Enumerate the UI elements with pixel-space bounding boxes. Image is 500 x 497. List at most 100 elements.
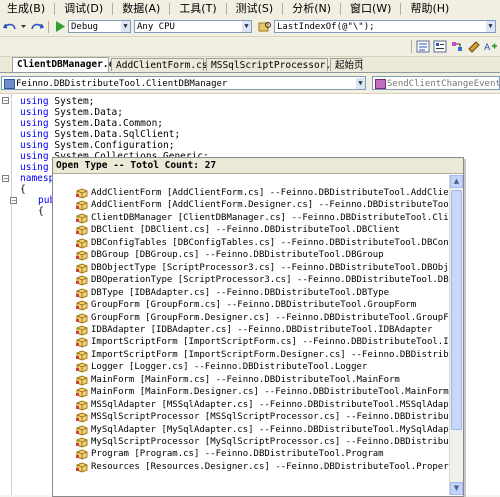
list-item[interactable]: AddClientForm [AddClientForm.Designer.cs…: [55, 199, 450, 212]
collapse-toggle-icon[interactable]: −: [10, 197, 17, 205]
code-keyword: using: [20, 118, 49, 129]
code-keyword: using: [20, 151, 49, 162]
undo-icon[interactable]: [3, 20, 17, 33]
platform-combo[interactable]: Any CPU ▼: [134, 20, 252, 33]
object-browser-icon[interactable]: [450, 40, 464, 53]
code-keyword: using: [20, 107, 49, 118]
editor-gutter: − − −: [0, 94, 17, 495]
find-combo[interactable]: LastIndexOf(@"\"); ▼: [274, 20, 496, 33]
collapse-toggle-icon[interactable]: −: [2, 97, 9, 105]
solution-explorer-icon[interactable]: [416, 40, 430, 53]
scroll-up-icon[interactable]: ▲: [450, 175, 463, 188]
scrollbar-thumb[interactable]: [451, 190, 462, 430]
list-item[interactable]: MSSqlAdapter [MSSqlAdapter.cs] --Feinno.…: [55, 399, 450, 412]
list-item[interactable]: DBObjectType [ScriptProcessor3.cs] --Fei…: [55, 262, 450, 275]
scroll-down-icon[interactable]: ▼: [450, 482, 463, 495]
class-icon: [76, 225, 88, 236]
list-item[interactable]: MySqlScriptProcessor [MySqlScriptProcess…: [55, 436, 450, 449]
menu-separator: [112, 3, 114, 15]
code-text: {: [38, 206, 44, 217]
member-dropdown[interactable]: SendClientChangeEvent(): [372, 76, 500, 90]
list-item[interactable]: GroupForm [GroupForm.cs] --Feinno.DBDist…: [55, 299, 450, 312]
list-item-label: Resources [Resources.Designer.cs] --Fein…: [91, 461, 450, 472]
list-item-label: DBGroup [DBGroup.cs] --Feinno.DBDistribu…: [91, 250, 384, 261]
secondary-toolbar: A: [0, 37, 500, 57]
menu-debug[interactable]: 调试(D): [57, 0, 110, 18]
code-text: System;: [54, 96, 95, 107]
tab-client-db-manager[interactable]: ClientDBManager.cs: [12, 57, 120, 72]
code-text: System.Configuration;: [54, 140, 175, 151]
menu-separator: [54, 3, 56, 15]
menu-separator: [282, 3, 284, 15]
redo-icon[interactable]: [30, 20, 44, 33]
menu-window[interactable]: 窗口(W): [343, 0, 398, 18]
list-item[interactable]: ImportScriptForm [ImportScriptForm.cs] -…: [55, 336, 450, 349]
code-line: using System;: [20, 96, 94, 107]
find-in-files-icon[interactable]: [258, 20, 272, 33]
toolbox-icon[interactable]: [467, 40, 481, 53]
list-item[interactable]: Program [Program.cs] --Feinno.DBDistribu…: [55, 448, 450, 461]
svg-text:A: A: [484, 43, 491, 53]
menu-separator: [169, 3, 171, 15]
list-item-label: MSSqlScriptProcessor [MSSqlScriptProcess…: [91, 412, 450, 423]
class-icon: [76, 275, 88, 286]
chevron-down-icon: ▼: [486, 21, 495, 32]
list-item[interactable]: ClientDBManager [ClientDBManager.cs] --F…: [55, 212, 450, 225]
list-item-label: MainForm [MainForm.cs] --Feinno.DBDistri…: [91, 374, 400, 385]
list-item[interactable]: Logger [Logger.cs] --Feinno.DBDistribute…: [55, 361, 450, 374]
class-icon: [76, 425, 88, 436]
menu-analyze[interactable]: 分析(N): [285, 0, 338, 18]
scrollbar[interactable]: ▲ ▼: [449, 175, 463, 495]
class-icon: [4, 79, 15, 89]
list-item-label: ClientDBManager [ClientDBManager.cs] --F…: [91, 212, 450, 223]
collapse-toggle-icon[interactable]: −: [2, 175, 9, 183]
configuration-combo[interactable]: Debug ▼: [68, 20, 131, 33]
class-icon: [76, 350, 88, 361]
list-item[interactable]: DBConfigTables [DBConfigTables.cs] --Fei…: [55, 237, 450, 250]
tab-add-client-form[interactable]: AddClientForm.cs: [111, 58, 208, 71]
class-icon: [76, 462, 88, 473]
start-debug-icon[interactable]: [53, 20, 67, 33]
type-list[interactable]: AddClientForm [AddClientForm.cs] --Feinn…: [55, 187, 450, 494]
list-item-label: DBObjectType [ScriptProcessor3.cs] --Fei…: [91, 262, 450, 273]
member-dropdown-value: SendClientChangeEvent(): [387, 79, 500, 89]
list-item[interactable]: GroupForm [GroupForm.Designer.cs] --Fein…: [55, 312, 450, 325]
list-item[interactable]: ImportScriptForm [ImportScriptForm.Desig…: [55, 349, 450, 362]
list-item[interactable]: DBGroup [DBGroup.cs] --Feinno.DBDistribu…: [55, 249, 450, 262]
list-item[interactable]: MSSqlScriptProcessor [MSSqlScriptProcess…: [55, 411, 450, 424]
list-item[interactable]: DBType [IDBAdapter.cs] --Feinno.DBDistri…: [55, 287, 450, 300]
open-type-popup[interactable]: Open Type -- Totol Count: 27 AddClientFo…: [52, 157, 464, 497]
list-item[interactable]: DBOperationType [ScriptProcessor3.cs] --…: [55, 274, 450, 287]
properties-icon[interactable]: [433, 40, 447, 53]
class-icon: [76, 362, 88, 373]
list-item[interactable]: Resources [Resources.Designer.cs] --Fein…: [55, 461, 450, 474]
tab-start-page[interactable]: 起始页: [330, 58, 364, 71]
class-dropdown[interactable]: Feinno.DBDistributeTool.ClientDBManager …: [1, 76, 366, 90]
menu-help[interactable]: 帮助(H): [403, 0, 456, 18]
list-item[interactable]: DBClient [DBClient.cs] --Feinno.DBDistri…: [55, 224, 450, 237]
class-icon: [76, 387, 88, 398]
menu-test[interactable]: 测试(S): [229, 0, 281, 18]
platform-value: Any CPU: [137, 22, 175, 32]
font-size-icon[interactable]: A: [484, 40, 498, 53]
class-icon: [76, 325, 88, 336]
class-icon: [76, 337, 88, 348]
list-item[interactable]: MainForm [MainForm.Designer.cs] --Feinno…: [55, 386, 450, 399]
menu-data[interactable]: 数据(A): [115, 0, 167, 18]
dropdown-arrow-icon[interactable]: [20, 20, 27, 33]
list-item[interactable]: AddClientForm [AddClientForm.cs] --Feinn…: [55, 187, 450, 200]
list-item[interactable]: MySqlAdapter [MySqlAdapter.cs] --Feinno.…: [55, 424, 450, 437]
menu-bar: 生成(B) 调试(D) 数据(A) 工具(T) 测试(S) 分析(N) 窗口(W…: [0, 0, 500, 19]
class-icon: [76, 213, 88, 224]
list-item[interactable]: MainForm [MainForm.cs] --Feinno.DBDistri…: [55, 374, 450, 387]
menu-tools[interactable]: 工具(T): [172, 0, 223, 18]
code-line: using System.Configuration;: [20, 140, 174, 151]
list-item-label: GroupForm [GroupForm.cs] --Feinno.DBDist…: [91, 300, 417, 311]
menu-build[interactable]: 生成(B): [0, 0, 52, 18]
list-item[interactable]: IDBAdapter [IDBAdapter.cs] --Feinno.DBDi…: [55, 324, 450, 337]
class-icon: [76, 188, 88, 199]
code-line: using System.Data.SqlClient;: [20, 129, 180, 140]
code-line: using System.Data.Common;: [20, 118, 163, 129]
code-text: System.Data.SqlClient;: [54, 129, 181, 140]
tab-mssql-script-processor[interactable]: MSSqlScriptProcessor.cs: [206, 58, 343, 71]
